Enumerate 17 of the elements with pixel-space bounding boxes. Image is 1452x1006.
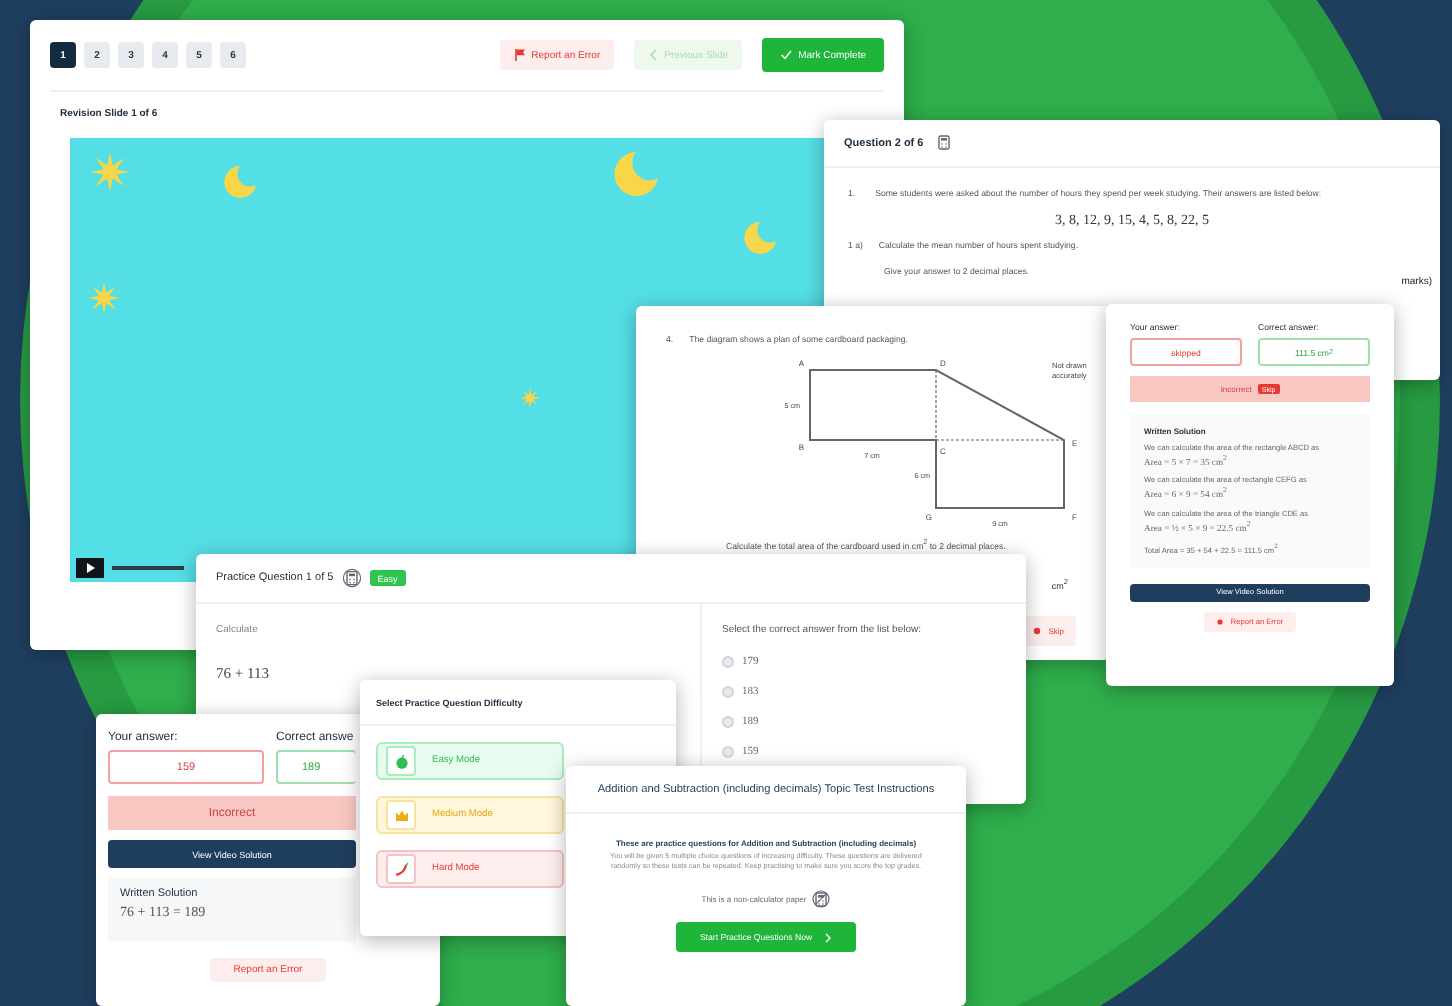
- chevron-icon: [824, 931, 833, 944]
- play-button[interactable]: [76, 558, 104, 578]
- radio-button[interactable]: [722, 685, 734, 697]
- play-icon: [85, 562, 95, 574]
- apple-icon: [393, 753, 409, 769]
- flag-icon: [513, 48, 526, 62]
- dot-icon: [1216, 618, 1225, 627]
- dot-icon: [1032, 625, 1043, 636]
- radio-button[interactable]: [722, 655, 734, 667]
- radio-button[interactable]: [722, 745, 734, 757]
- radio-button[interactable]: [722, 715, 734, 727]
- chili-icon: [393, 861, 409, 877]
- no-calculator-icon: [812, 890, 831, 909]
- check-icon: [780, 48, 793, 62]
- calculator-icon: [935, 134, 952, 152]
- calculator-icon: [341, 568, 362, 588]
- crown-icon: [393, 807, 409, 823]
